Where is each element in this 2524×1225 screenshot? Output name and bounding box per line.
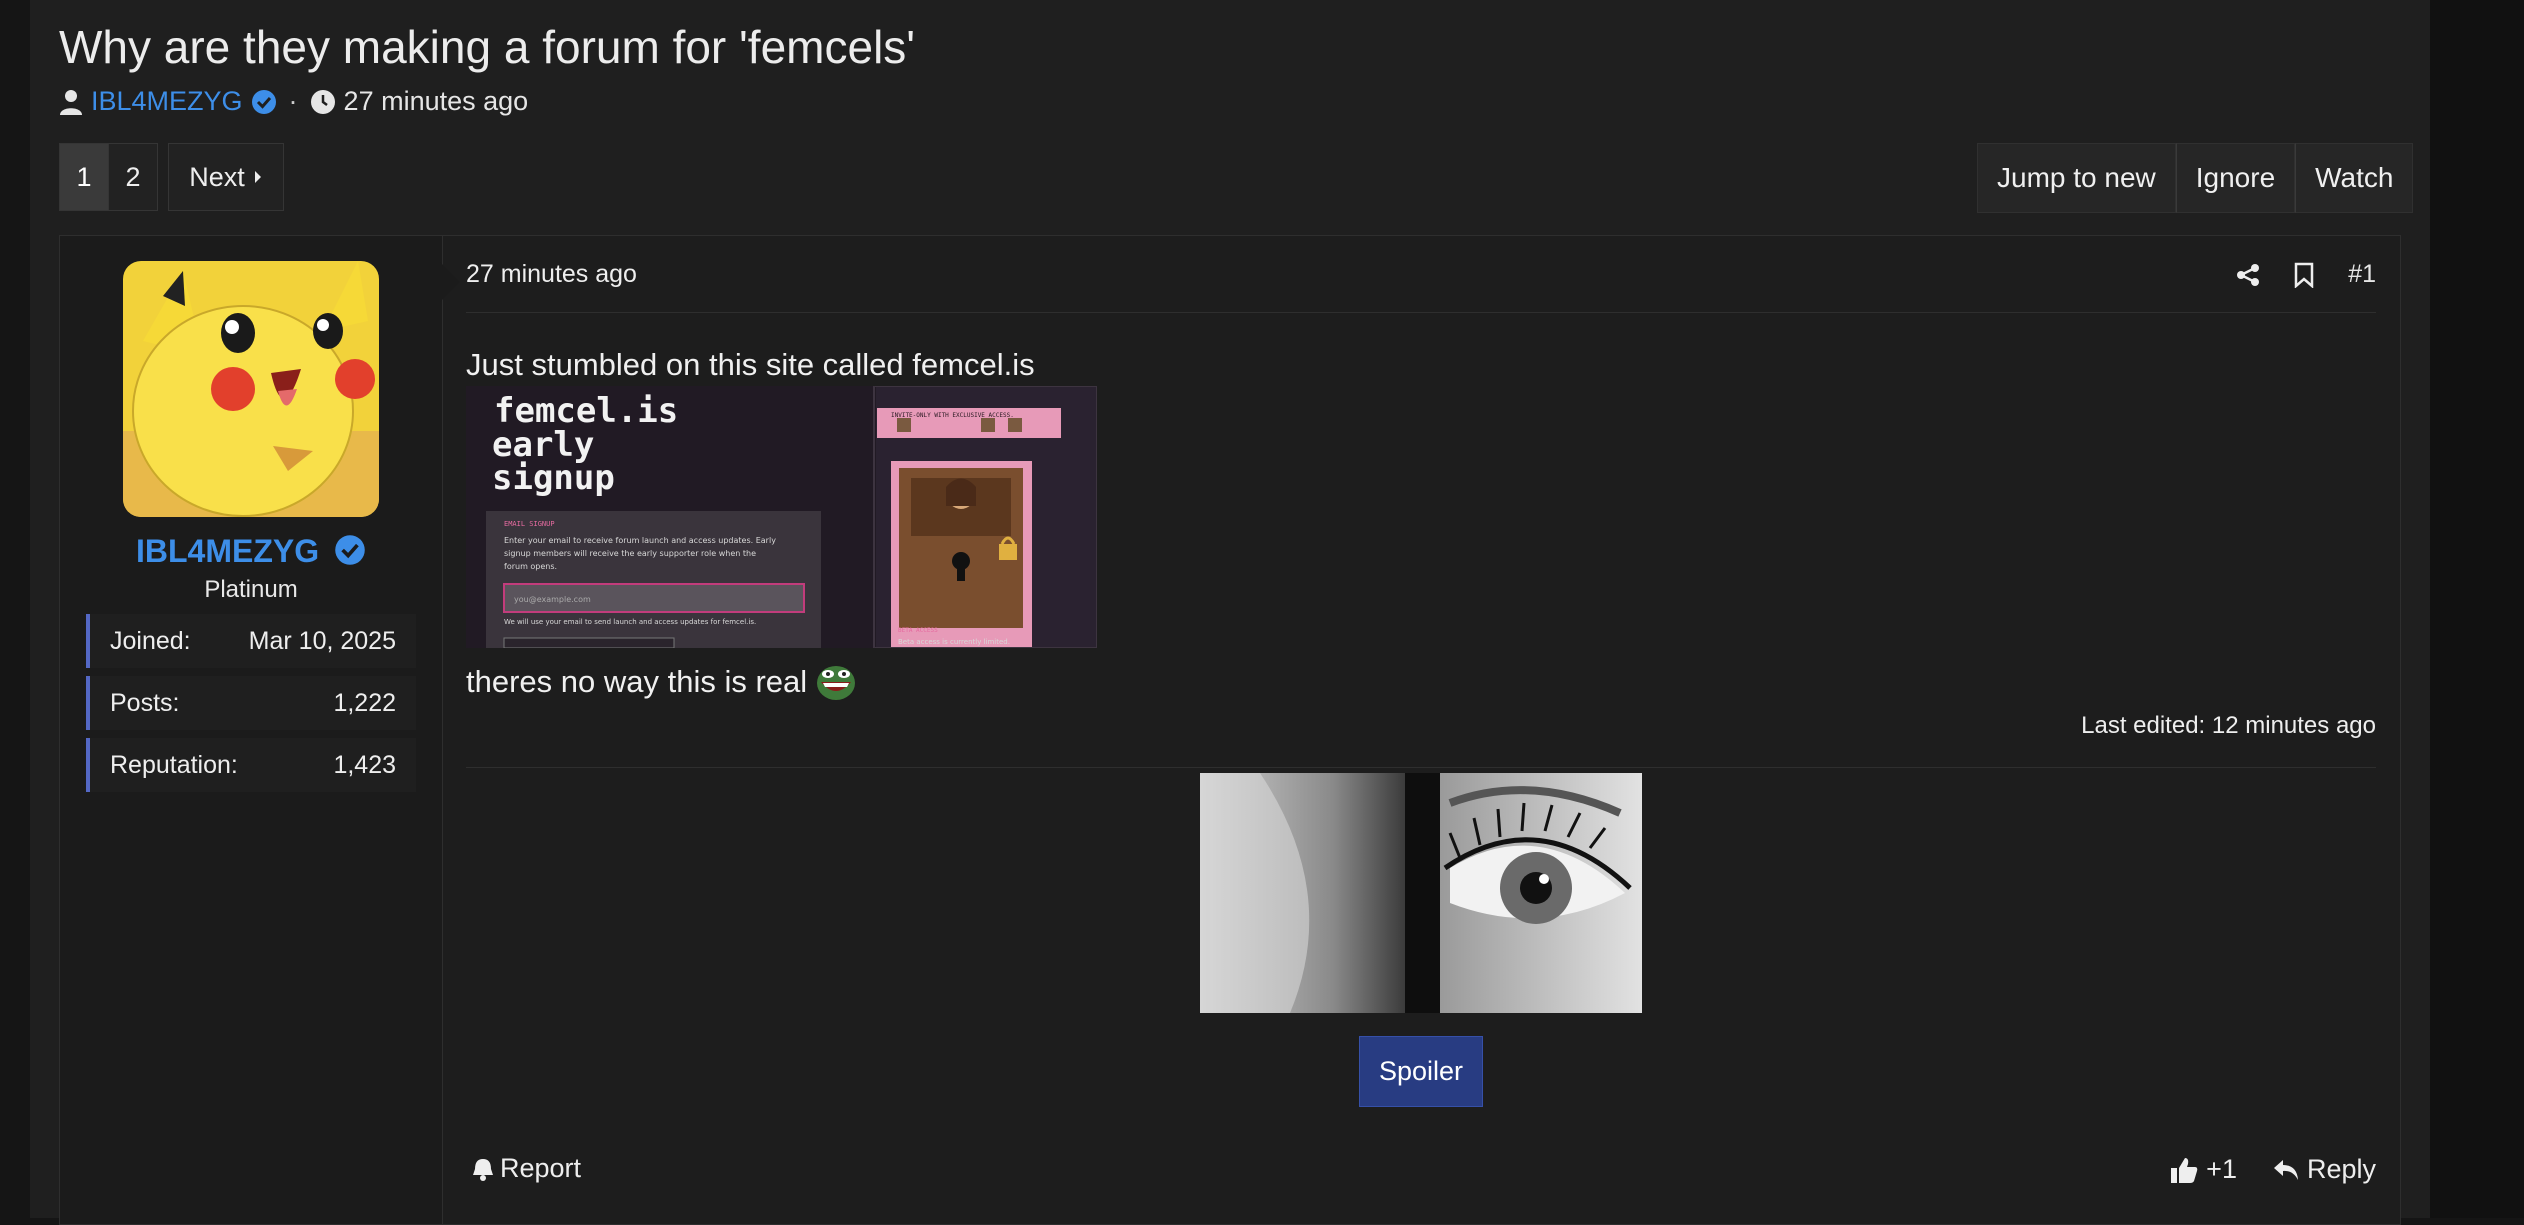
last-edited: Last edited: 12 minutes ago [2081, 712, 2376, 739]
post-header-actions: #1 [2236, 260, 2376, 289]
caret-right-icon [254, 171, 261, 183]
thread-meta: IBL4MEZYG · 27 minutes ago [59, 86, 528, 117]
user-icon [60, 89, 82, 115]
stat-joined: Joined: Mar 10, 2025 [86, 614, 416, 668]
thumbs-up-icon [2171, 1157, 2198, 1183]
embedded-screenshot[interactable]: femcel.is early signup EMAIL SIGNUP Ente… [466, 386, 1097, 648]
stat-reputation: Reputation: 1,423 [86, 738, 416, 792]
page-2-button[interactable]: 2 [109, 143, 158, 211]
pagination: 1 2 Next [59, 143, 284, 211]
stat-value: 1,423 [333, 750, 396, 779]
stat-value: 1,222 [333, 688, 396, 717]
post-user-cell: IBL4MEZYG Platinum Joined: Mar 10, 2025 … [60, 236, 443, 1224]
signature-image [1200, 773, 1642, 1013]
like-button[interactable]: +1 [2170, 1154, 2237, 1185]
shot-heading-3: signup [492, 458, 615, 498]
shot-desc-1: Enter your email to receive forum launch… [504, 536, 776, 545]
clock-icon [310, 89, 335, 114]
stat-label: Joined: [110, 626, 191, 655]
laughing-emoji-icon [817, 666, 856, 700]
shot-banner: INVITE-ONLY WITH EXCLUSIVE ACCESS. [891, 412, 1014, 419]
bell-icon [473, 1158, 493, 1181]
post-number[interactable]: #1 [2348, 260, 2376, 289]
post-time[interactable]: 27 minutes ago [466, 260, 637, 289]
user-role: Platinum [204, 576, 298, 603]
post-text-line1: Just stumbled on this site called femcel… [466, 347, 1035, 382]
spoiler-button[interactable]: Spoiler [1359, 1036, 1483, 1107]
share-icon[interactable] [2236, 263, 2260, 287]
thread-actions: Jump to new Ignore Watch [1977, 143, 2414, 213]
next-label: Next [189, 161, 245, 192]
reply-icon [2273, 1159, 2298, 1180]
stat-value: Mar 10, 2025 [248, 626, 396, 655]
next-page-button[interactable]: Next [168, 143, 284, 211]
bookmark-icon[interactable] [2294, 262, 2314, 288]
thread-title: Why are they making a forum for 'femcels… [59, 21, 916, 73]
shot-desc-3: forum opens. [504, 562, 557, 571]
stat-label: Posts: [110, 688, 180, 717]
thread-author-link[interactable]: IBL4MEZYG [91, 86, 243, 117]
shot-beta-text: Beta access is currently limited. [898, 638, 1010, 646]
avatar[interactable] [123, 261, 379, 517]
reply-button[interactable]: Reply [2273, 1154, 2376, 1185]
stat-label: Reputation: [110, 750, 238, 779]
reply-label: Reply [2306, 1154, 2376, 1184]
post-header: 27 minutes ago #1 [466, 260, 2376, 313]
post-username-text: IBL4MEZYG [135, 533, 320, 569]
post-text-line2: theres no way this is real [466, 664, 808, 699]
verified-icon [335, 535, 365, 565]
page-1-button[interactable]: 1 [59, 143, 109, 211]
ignore-button[interactable]: Ignore [2175, 143, 2296, 213]
like-count: +1 [2206, 1154, 2237, 1184]
watch-button[interactable]: Watch [2295, 143, 2414, 213]
verified-icon [251, 89, 276, 114]
user-cell-arrow [440, 262, 460, 302]
shot-email-placeholder: you@example.com [514, 595, 591, 604]
report-button[interactable]: Report [472, 1153, 581, 1184]
page-right-margin [2430, 0, 2524, 1218]
shot-note: We will use your email to send launch an… [504, 618, 756, 626]
report-label: Report [500, 1153, 582, 1183]
post-main: 27 minutes ago #1 Just stumbled on this … [466, 236, 2376, 1224]
post-footer-actions: +1 Reply [2170, 1154, 2376, 1185]
meta-separator: · [288, 86, 298, 116]
shot-desc-2: signup members will receive the early su… [504, 549, 756, 558]
post-text-line2-row: theres no way this is real [466, 662, 857, 702]
post-username[interactable]: IBL4MEZYG [60, 533, 442, 570]
thread-time: 27 minutes ago [343, 86, 529, 116]
jump-to-new-button[interactable]: Jump to new [1977, 143, 2176, 213]
signature-divider [466, 767, 2376, 768]
shot-beta-label: BETA ACCESS [898, 627, 938, 634]
shot-small-label: EMAIL SIGNUP [504, 520, 555, 528]
post: IBL4MEZYG Platinum Joined: Mar 10, 2025 … [59, 235, 2401, 1225]
stat-posts: Posts: 1,222 [86, 676, 416, 730]
